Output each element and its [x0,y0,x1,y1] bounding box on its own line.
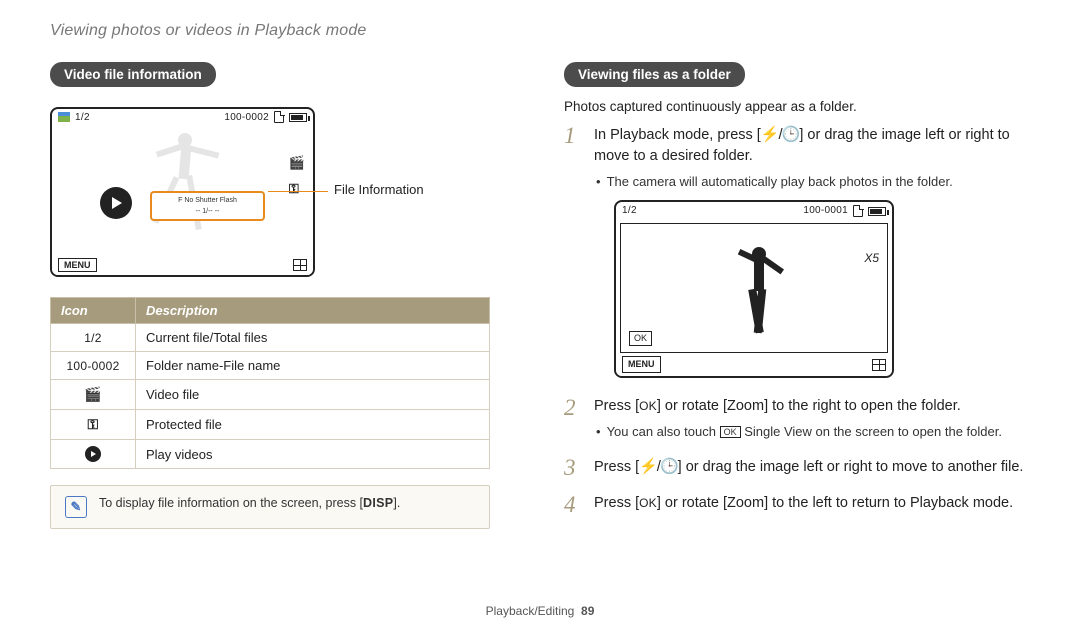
disp-button-label: DISP [363,496,393,510]
thumbnail-grid-icon [293,259,307,271]
menu-button: MENU [58,258,97,272]
ok-button-label: OK [639,399,657,413]
flash-timer-icon: ⚡/🕒 [639,458,678,475]
memory-card-icon [853,205,863,217]
step-number: 1 [564,124,582,147]
note-icon: ✎ [65,496,87,518]
step-number: 4 [564,493,582,516]
left-column: Video file information 1/2 100-0002 [50,62,516,530]
lcd-figure-video: 1/2 100-0002 🎬 ⚿ [50,107,516,277]
play-circle-icon [100,187,132,219]
step-note: The camera will automatically play back … [596,173,1030,192]
protected-key-icon: ⚿ [289,181,305,197]
table-row: Play videos [51,440,490,469]
table-row: ⚿ Protected file [51,410,490,440]
right-column: Viewing files as a folder Photos capture… [564,62,1030,530]
video-file-icon: 🎬 [289,155,305,171]
zoom-label: Zoom [727,495,764,511]
file-counter: 1/2 [622,204,637,219]
step-number: 3 [564,456,582,479]
table-header-icon: Icon [51,298,136,324]
file-counter: 1/2 [75,112,90,123]
thumbnail-grid-icon [872,359,886,371]
photo-thumb-icon [58,112,70,122]
folder-file-number: 100-0001 [803,204,848,219]
folder-file-number: 100-0002 [224,112,269,123]
protected-key-icon: ⚿ [88,416,99,432]
disp-note: ✎ To display file information on the scr… [50,485,490,529]
battery-icon [868,207,886,216]
icon-description-table: Icon Description 1/2 Current file/Total … [50,297,490,469]
memory-card-icon [274,111,284,123]
battery-icon [289,113,307,122]
section-title-right: Viewing files as a folder [564,62,745,87]
page-footer: Playback/Editing 89 [0,604,1080,618]
table-row: 1/2 Current file/Total files [51,324,490,352]
lcd-figure-folder: 1/2 100-0001 X5 [614,200,894,379]
ok-button-label: OK [639,496,657,510]
menu-button: MENU [622,356,661,373]
step-number: 2 [564,396,582,419]
step-note: You can also touch OK Single View on the… [596,423,1030,442]
file-info-overlay: F No Shutter Flash -- 1/-- -- [150,191,265,221]
play-icon [85,446,101,462]
flash-timer-icon: ⚡/🕒 [761,126,800,143]
child-silhouette [714,245,794,345]
table-header-description: Description [136,298,490,324]
stack-count: X5 [864,250,879,267]
ok-touch-icon: OK [720,426,741,438]
ok-button: OK [629,331,652,346]
callout-file-information: File Information [334,182,424,197]
zoom-label: Zoom [727,398,764,414]
table-row: 100-0002 Folder name-File name [51,352,490,380]
page-title: Viewing photos or videos in Playback mod… [50,22,1030,40]
folder-intro: Photos captured continuously appear as a… [564,99,1030,114]
section-title-left: Video file information [50,62,216,87]
dancer-silhouette [123,127,243,247]
table-row: 🎬 Video file [51,380,490,410]
video-file-icon: 🎬 [84,386,102,402]
